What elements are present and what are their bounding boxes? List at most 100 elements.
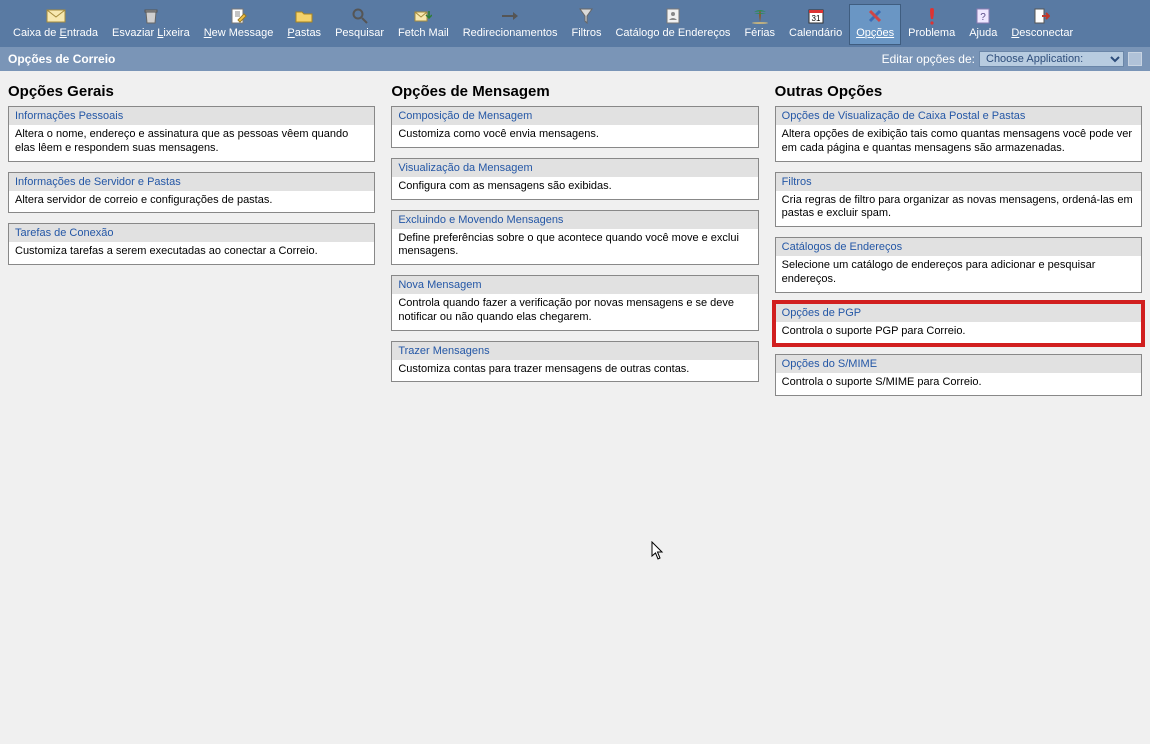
option-link[interactable]: Opções de Visualização de Caixa Postal e…	[782, 110, 1026, 122]
option-description: Define preferências sobre o que acontece…	[392, 229, 757, 265]
svg-text:31: 31	[811, 14, 820, 23]
option-link[interactable]: Opções de PGP	[782, 307, 862, 319]
option-box: Informações de Servidor e Pastas Altera s…	[8, 172, 375, 214]
toolbar-inbox-label: Caixa de Entrada	[13, 27, 98, 40]
app-chooser-wrap: Editar opções de: Choose Application:	[882, 51, 1142, 67]
option-title-row: Composição de Mensagem	[392, 107, 757, 125]
vacation-icon	[751, 7, 769, 25]
main-toolbar: Caixa de Entrada Esvaziar Lixeira New Mess…	[0, 0, 1150, 47]
help-icon: ?	[975, 7, 991, 25]
funnel-icon	[579, 7, 593, 25]
options-column-2: Outras Opções Opções de Visualização de C…	[775, 83, 1142, 406]
option-title-row: Tarefas de Conexão	[9, 224, 374, 242]
toolbar-new-label: New Message	[204, 27, 274, 40]
toolbar-folders-button[interactable]: Pastas	[280, 4, 328, 45]
option-description: Customiza como você envia mensagens.	[392, 125, 757, 147]
option-box: Catálogos de Endereços Selecione um catál…	[775, 237, 1142, 293]
toolbar-inbox-button[interactable]: Caixa de Entrada	[6, 4, 105, 45]
toolbar-filters-label: Filtros	[572, 27, 602, 40]
option-title-row: Opções do S/MIME	[776, 355, 1141, 373]
toolbar-calendar-label: Calendário	[789, 27, 842, 40]
option-link[interactable]: Visualização da Mensagem	[398, 162, 532, 174]
toolbar-calendar-button[interactable]: 31 Calendário	[782, 4, 849, 45]
toolbar-filters-button[interactable]: Filtros	[565, 4, 609, 45]
option-box: Tarefas de Conexão Customiza tarefas a se…	[8, 223, 375, 265]
mouse-cursor-icon	[651, 541, 665, 561]
column-heading: Opções de Mensagem	[391, 83, 758, 100]
toolbar-help-button[interactable]: ? Ajuda	[962, 4, 1004, 45]
option-description: Configura com as mensagens são exibidas.	[392, 177, 757, 199]
toolbar-logout-label: Desconectar	[1011, 27, 1073, 40]
toolbar-fetch-label: Fetch Mail	[398, 27, 449, 40]
logout-icon	[1034, 7, 1050, 25]
toolbar-vacation-label: Férias	[744, 27, 775, 40]
choose-application-select[interactable]: Choose Application:	[979, 51, 1124, 67]
column-heading: Opções Gerais	[8, 83, 375, 100]
option-link[interactable]: Informações Pessoais	[15, 110, 123, 122]
option-description: Controla quando fazer a verificação por …	[392, 294, 757, 330]
option-link[interactable]: Nova Mensagem	[398, 279, 481, 291]
option-title-row: Excluindo e Movendo Mensagens	[392, 211, 757, 229]
option-box: Opções do S/MIME Controla o suporte S/MIM…	[775, 354, 1142, 396]
option-link[interactable]: Excluindo e Movendo Mensagens	[398, 214, 563, 226]
option-title-row: Opções de PGP	[776, 304, 1141, 322]
option-title-row: Visualização da Mensagem	[392, 159, 757, 177]
toolbar-contacts-button[interactable]: Catálogo de Endereços	[608, 4, 737, 45]
option-box: Opções de Visualização de Caixa Postal e…	[775, 106, 1142, 162]
option-title-row: Opções de Visualização de Caixa Postal e…	[776, 107, 1141, 125]
toolbar-trash-button[interactable]: Esvaziar Lixeira	[105, 4, 197, 45]
toolbar-contacts-label: Catálogo de Endereços	[615, 27, 730, 40]
compose-icon	[231, 7, 247, 25]
search-icon	[352, 7, 368, 25]
option-title-row: Nova Mensagem	[392, 276, 757, 294]
addressbook-icon	[665, 7, 681, 25]
toolbar-search-button[interactable]: Pesquisar	[328, 4, 391, 45]
option-link[interactable]: Tarefas de Conexão	[15, 227, 113, 239]
option-title-row: Catálogos de Endereços	[776, 238, 1141, 256]
option-link[interactable]: Opções do S/MIME	[782, 358, 877, 370]
option-description: Controla o suporte PGP para Correio.	[776, 322, 1141, 344]
option-description: Cria regras de filtro para organizar as …	[776, 191, 1141, 227]
column-heading: Outras Opções	[775, 83, 1142, 100]
toolbar-new-button[interactable]: New Message	[197, 4, 281, 45]
svg-text:?: ?	[980, 12, 986, 23]
options-icon	[867, 7, 883, 25]
toolbar-vacation-button[interactable]: Férias	[737, 4, 782, 45]
option-description: Customiza contas para trazer mensagens d…	[392, 360, 757, 382]
alert-icon	[928, 7, 936, 25]
toolbar-trash-label: Esvaziar Lixeira	[112, 27, 190, 40]
option-link[interactable]: Filtros	[782, 176, 812, 188]
option-link[interactable]: Composição de Mensagem	[398, 110, 532, 122]
subheader-bar: Opções de Correio Editar opções de: Choo…	[0, 47, 1150, 71]
option-box: Trazer Mensagens Customiza contas para tr…	[391, 341, 758, 383]
arrow-icon	[501, 7, 519, 25]
toolbar-redirect-label: Redirecionamentos	[463, 27, 558, 40]
toolbar-logout-button[interactable]: Desconectar	[1004, 4, 1080, 45]
toolbar-redirect-button[interactable]: Redirecionamentos	[456, 4, 565, 45]
toolbar-fetch-button[interactable]: Fetch Mail	[391, 4, 456, 45]
mail-icon	[46, 7, 66, 25]
toolbar-search-label: Pesquisar	[335, 27, 384, 40]
toolbar-problem-button[interactable]: Problema	[901, 4, 962, 45]
option-link[interactable]: Informações de Servidor e Pastas	[15, 176, 181, 188]
toolbar-help-label: Ajuda	[969, 27, 997, 40]
calendar-icon: 31	[808, 7, 824, 25]
option-description: Controla o suporte S/MIME para Correio.	[776, 373, 1141, 395]
options-column-0: Opções Gerais Informações Pessoais Altera …	[8, 83, 375, 406]
toolbar-options-button[interactable]: Opções	[849, 4, 901, 45]
option-box: Nova Mensagem Controla quando fazer a ver…	[391, 275, 758, 331]
option-description: Altera servidor de correio e configuraçõ…	[9, 191, 374, 213]
option-description: Altera o nome, endereço e assinatura que…	[9, 125, 374, 161]
trash-icon	[143, 7, 159, 25]
option-box: Excluindo e Movendo Mensagens Define pref…	[391, 210, 758, 266]
edit-go-icon[interactable]	[1128, 52, 1142, 66]
option-description: Selecione um catálogo de endereços para …	[776, 256, 1141, 292]
option-box: Visualização da Mensagem Configura com as…	[391, 158, 758, 200]
options-content: Opções Gerais Informações Pessoais Altera …	[0, 71, 1150, 418]
option-description: Customiza tarefas a serem executadas ao …	[9, 242, 374, 264]
option-title-row: Filtros	[776, 173, 1141, 191]
options-column-1: Opções de Mensagem Composição de Mensagem…	[391, 83, 758, 406]
option-title-row: Informações Pessoais	[9, 107, 374, 125]
option-link[interactable]: Catálogos de Endereços	[782, 241, 902, 253]
option-link[interactable]: Trazer Mensagens	[398, 345, 489, 357]
